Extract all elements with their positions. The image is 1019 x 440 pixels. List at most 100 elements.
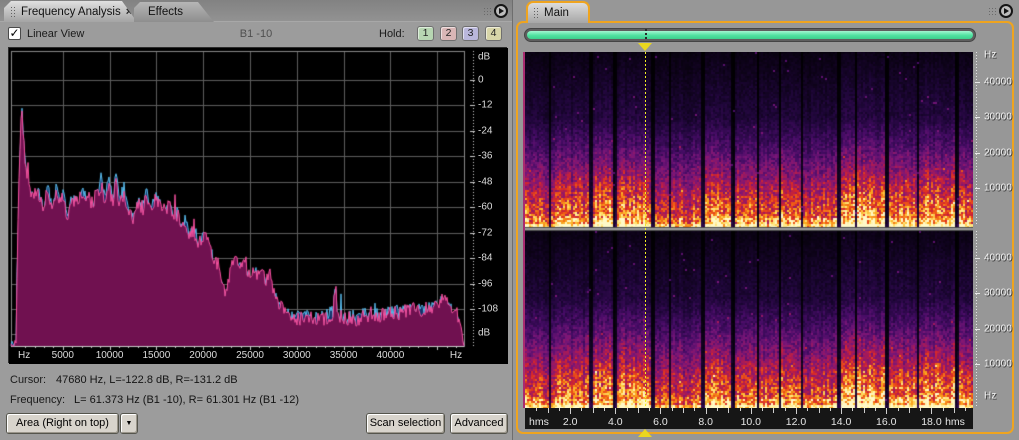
time-tick bbox=[615, 408, 616, 414]
time-tick bbox=[773, 408, 774, 413]
spectrum-canvas[interactable] bbox=[9, 48, 508, 364]
frequency-analysis-panel: Frequency Analysis × Effects ✓ Linear Vi… bbox=[0, 0, 513, 440]
main-display-panel: Main Hz 40000 30000 20000 10000 40000 30000 200… bbox=[513, 0, 1019, 440]
frequency-spectrum-plot[interactable]: Hz 5000 10000 15000 20000 25000 30000 35000 4000… bbox=[8, 47, 508, 364]
axis-tick-label: 30000 bbox=[984, 287, 1012, 299]
axis-major-tick bbox=[975, 82, 980, 83]
axis-tick-label: hms bbox=[945, 416, 965, 428]
time-ruler[interactable]: hms 2.0 4.0 6.0 8.0 10.0 12.0 14.0 16.0 18.0 hms bbox=[525, 408, 973, 429]
hold-button-4[interactable]: 4 bbox=[485, 26, 502, 41]
frequency-status-row: Frequency: L= 61.373 Hz (B1 -10), R= 61.… bbox=[10, 394, 299, 406]
time-tick bbox=[559, 408, 560, 411]
tab-grip-icon bbox=[533, 7, 540, 19]
axis-tick-label: 16.0 bbox=[876, 416, 897, 428]
time-tick bbox=[683, 408, 684, 413]
time-tick bbox=[841, 408, 842, 414]
playhead-handle-bottom[interactable] bbox=[638, 429, 652, 437]
axis-tick-label: 6.0 bbox=[653, 416, 668, 428]
hold-label: Hold: bbox=[379, 28, 405, 40]
time-tick bbox=[875, 408, 876, 411]
time-tick bbox=[965, 408, 966, 411]
axis-tick-label: hms bbox=[529, 416, 549, 428]
spectrogram-canvas[interactable] bbox=[525, 52, 973, 408]
time-tick bbox=[706, 408, 707, 414]
axis-tick-label: 14.0 bbox=[830, 416, 852, 428]
axis-tick-label: Hz bbox=[984, 49, 997, 61]
axis-major-tick bbox=[975, 117, 980, 118]
hold-button-3[interactable]: 3 bbox=[462, 26, 479, 41]
tab-label: Effects bbox=[148, 6, 183, 18]
left-tab-bar: Frequency Analysis × Effects bbox=[0, 0, 512, 22]
close-icon[interactable]: × bbox=[126, 6, 132, 18]
time-tick bbox=[931, 408, 932, 414]
panel-menu-left[interactable] bbox=[483, 4, 508, 18]
time-tick bbox=[864, 408, 865, 413]
time-tick bbox=[886, 408, 887, 414]
panel-menu-right[interactable] bbox=[988, 4, 1013, 18]
tab-main[interactable]: Main bbox=[526, 1, 590, 23]
time-tick bbox=[740, 408, 741, 411]
timeline-range-fill[interactable] bbox=[527, 31, 973, 39]
axis-tick-label: 20000 bbox=[984, 147, 1012, 159]
time-tick bbox=[920, 408, 921, 411]
time-tick bbox=[954, 408, 955, 413]
advanced-button[interactable]: Advanced bbox=[450, 413, 508, 434]
time-tick bbox=[796, 408, 797, 414]
time-tick bbox=[785, 408, 786, 411]
playback-cursor-line[interactable] bbox=[645, 52, 646, 408]
time-tick bbox=[728, 408, 729, 413]
axis-tick-label: 8.0 bbox=[698, 416, 713, 428]
frequency-toolbar: ✓ Linear View B1 -10 Hold: 1 2 3 4 bbox=[0, 23, 512, 47]
panel-menu-arrow-icon[interactable] bbox=[999, 4, 1013, 18]
tab-label: Frequency Analysis bbox=[21, 5, 121, 18]
time-tick bbox=[751, 408, 752, 414]
time-tick bbox=[649, 408, 650, 411]
axis-tick-label: 30000 bbox=[984, 111, 1012, 123]
axis-tick-label: Hz bbox=[984, 390, 997, 402]
cursor-value: 47680 Hz, L=-122.8 dB, R=-131.2 dB bbox=[56, 374, 238, 386]
panel-menu-arrow-icon[interactable] bbox=[494, 4, 508, 18]
cursor-label: Cursor: bbox=[10, 374, 47, 386]
tab-grip-icon bbox=[10, 5, 17, 18]
time-tick bbox=[909, 408, 910, 413]
time-tick bbox=[830, 408, 831, 411]
note-readout: B1 -10 bbox=[239, 28, 273, 40]
range-bar-cursor-mark bbox=[645, 29, 647, 41]
time-tick bbox=[548, 408, 549, 413]
axis-tick-label: 2.0 bbox=[562, 416, 578, 428]
spectrogram-view[interactable] bbox=[525, 52, 973, 408]
time-tick bbox=[717, 408, 718, 411]
tab-label: Main bbox=[544, 7, 569, 19]
axis-major-tick bbox=[975, 329, 980, 330]
time-tick bbox=[593, 408, 594, 413]
tab-effects[interactable]: Effects bbox=[134, 2, 214, 22]
time-tick bbox=[627, 408, 628, 411]
hold-button-2[interactable]: 2 bbox=[440, 26, 457, 41]
tab-frequency-analysis[interactable]: Frequency Analysis × bbox=[4, 1, 137, 22]
area-dropdown-arrow-icon[interactable]: ▼ bbox=[120, 413, 138, 434]
time-tick bbox=[694, 408, 695, 411]
axis-major-tick bbox=[975, 293, 980, 294]
playhead-handle-top[interactable] bbox=[638, 43, 652, 51]
area-mode-dropdown[interactable]: Area (Right on top) bbox=[6, 413, 119, 434]
axis-tick-label: 10000 bbox=[984, 358, 1012, 370]
axis-tick-label: 10000 bbox=[984, 182, 1012, 194]
axis-tick-label: 4.0 bbox=[608, 416, 623, 428]
axis-tick-label: 12.0 bbox=[785, 416, 807, 428]
hold-button-1[interactable]: 1 bbox=[417, 26, 434, 41]
axis-tick-label: 20000 bbox=[984, 323, 1012, 335]
scan-selection-button[interactable]: Scan selection bbox=[366, 413, 445, 434]
frequency-ruler[interactable]: Hz 40000 30000 20000 10000 40000 30000 20000 100… bbox=[975, 49, 1017, 408]
time-tick bbox=[943, 408, 944, 411]
axis-major-tick bbox=[975, 188, 980, 189]
axis-tick-label: 18.0 bbox=[921, 416, 942, 428]
axis-major-tick bbox=[975, 258, 980, 259]
grip-dots-icon bbox=[483, 6, 491, 16]
time-tick bbox=[536, 408, 537, 411]
time-tick bbox=[672, 408, 673, 411]
time-tick bbox=[819, 408, 820, 413]
time-tick bbox=[604, 408, 605, 411]
timeline-range-bar[interactable] bbox=[524, 28, 976, 42]
selection-edge-marker bbox=[523, 52, 525, 408]
time-tick bbox=[660, 408, 661, 414]
